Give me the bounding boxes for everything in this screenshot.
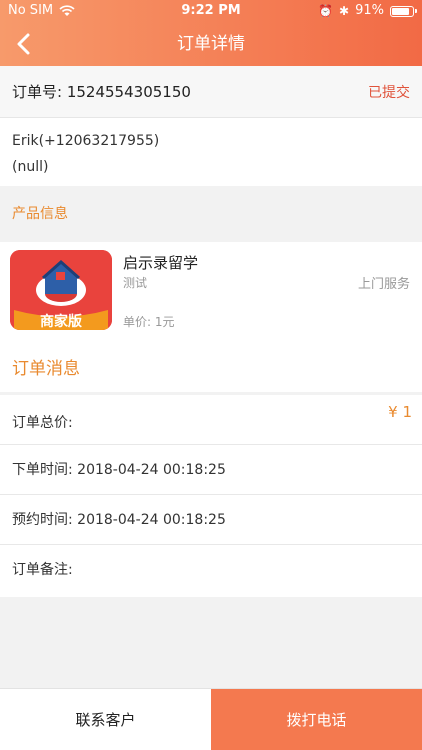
header: No SIM 9:22 PM ⏰ ✱ 91% 订单详情 [0,0,422,66]
alarm-icon: ⏰ [318,4,334,18]
customer-address: (null) [12,159,49,175]
appointment-time-row: 预约时间: 2018-04-24 00:18:25 [0,495,422,545]
call-phone-button[interactable]: 拨打电话 [211,689,422,750]
customer-name-phone: Erik(+12063217955) [12,133,160,149]
page-title: 订单详情 [177,34,245,54]
order-total-row: 订单总价: ¥ 1 [0,395,422,445]
appointment-time: 预约时间: 2018-04-24 00:18:25 [12,512,226,528]
status-bar: No SIM 9:22 PM ⏰ ✱ 91% [0,0,422,22]
bottom-action-bar: 联系客户 拨打电话 [0,688,422,750]
battery-fill [392,7,410,15]
product-section-title: 产品信息 [0,186,422,242]
battery-percent: 91% [355,3,384,18]
order-time-row: 下单时间: 2018-04-24 00:18:25 [0,445,422,495]
product-name: 启示录留学 [123,254,199,272]
order-total-price: ¥ 1 [388,403,412,421]
order-status-badge: 已提交 [368,84,410,101]
order-total-label: 订单总价: [12,415,73,431]
order-remark: 订单备注: [12,562,73,578]
merchant-badge-label: 商家版 [40,313,82,330]
order-remark-row: 订单备注: [0,545,422,597]
contact-customer-button[interactable]: 联系客户 [0,689,211,750]
nav-bar: 订单详情 [0,22,422,66]
customer-info: Erik(+12063217955) (null) [0,118,422,186]
order-number: 订单号: 1524554305150 [12,81,191,102]
order-details-list: 订单总价: ¥ 1 下单时间: 2018-04-24 00:18:25 预约时间… [0,395,422,597]
message-section-title: 订单消息 [0,342,422,392]
order-number-row: 订单号: 1524554305150 已提交 [0,66,422,118]
product-unit-price: 单价: 1元 [123,315,175,329]
order-number-value: 1524554305150 [66,83,191,101]
product-tag: 测试 [123,276,148,290]
product-card[interactable]: 商家版 启示录留学 测试 上门服务 单价: 1元 [0,242,422,342]
bluetooth-icon: ✱ [339,4,350,18]
merchant-logo-icon: 商家版 [10,250,112,330]
product-thumbnail: 商家版 [10,250,112,330]
product-service-type: 上门服务 [357,277,410,292]
battery-icon [390,5,417,17]
order-time: 下单时间: 2018-04-24 00:18:25 [12,462,226,478]
order-number-label: 订单号: [12,83,63,101]
